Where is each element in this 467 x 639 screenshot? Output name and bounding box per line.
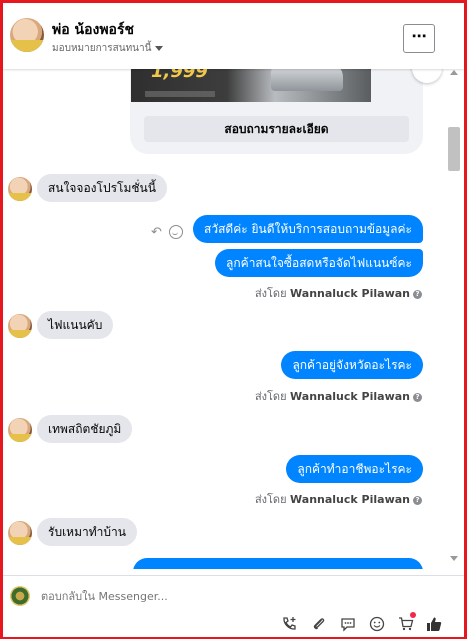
scroll-up-arrow-icon[interactable]	[450, 70, 458, 75]
composer	[3, 575, 464, 637]
attachment-icon[interactable]	[311, 616, 327, 632]
outgoing-message: ลูกค้าอยู่จังหวัดอะไรคะ	[281, 351, 423, 379]
assign-label: มอบหมายการสนทนานี้	[52, 43, 152, 54]
incoming-message: ไฟแนนคับ	[37, 311, 114, 339]
ad-card: 1,999 สอบถามรายละเอียด	[130, 69, 442, 154]
reply-input[interactable]	[41, 590, 421, 603]
agent-name: Wannaluck Pilawan	[290, 390, 410, 403]
info-icon[interactable]: ?	[413, 289, 422, 299]
sent-by-label: ส่งโดย Wannaluck Pilawan?	[255, 490, 422, 508]
saved-reply-icon[interactable]	[340, 616, 356, 632]
ad-image[interactable]: 1,999	[131, 69, 371, 102]
contact-name[interactable]: พ่อ น้องพอร์ช	[52, 19, 134, 41]
incoming-message: รับเหมาทำบ้าน	[37, 518, 137, 546]
scroll-down-arrow-icon[interactable]	[450, 556, 458, 561]
avatar	[8, 521, 32, 545]
sent-by-prefix: ส่งโดย	[254, 390, 287, 403]
emoji-icon[interactable]	[369, 616, 385, 632]
incoming-message: สนใจจองโปรโมชั่นนี้	[37, 174, 167, 202]
cart-icon[interactable]	[398, 616, 414, 632]
sent-by-label: ส่งโดย Wannaluck Pilawan?	[255, 284, 422, 302]
more-icon: ⋯	[411, 27, 427, 45]
scrollbar-thumb[interactable]	[448, 127, 460, 171]
sent-by-prefix: ส่งโดย	[254, 493, 287, 506]
page-avatar	[10, 586, 30, 606]
notification-dot	[410, 612, 416, 618]
car-image	[271, 69, 343, 91]
message-list: 1,999 สอบถามรายละเอียด สนใจจองโปรโมชั่นน…	[3, 69, 444, 569]
reply-icon[interactable]: ↶	[151, 226, 165, 240]
outgoing-message-partial	[133, 558, 423, 569]
agent-name: Wannaluck Pilawan	[290, 493, 410, 506]
avatar	[8, 177, 32, 201]
incoming-message: เทพสถิตชัยภูมิ	[37, 415, 133, 443]
add-call-icon[interactable]	[281, 616, 297, 632]
sent-by-label: ส่งโดย Wannaluck Pilawan?	[255, 387, 422, 405]
ask-details-button[interactable]: สอบถามรายละเอียด	[144, 116, 409, 142]
sent-by-prefix: ส่งโดย	[254, 287, 287, 300]
outgoing-message: สวัสดีค่ะ ยินดีให้บริการสอบถามข้อมูลค่ะ	[193, 215, 423, 243]
info-icon[interactable]: ?	[413, 392, 422, 402]
ad-price: 1,999	[151, 69, 208, 82]
assign-conversation-dropdown[interactable]: มอบหมายการสนทนานี้	[52, 41, 164, 56]
info-icon[interactable]: ?	[413, 495, 422, 505]
like-icon[interactable]	[426, 616, 442, 632]
conversation-header: พ่อ น้องพอร์ช มอบหมายการสนทนานี้ ⋯	[3, 3, 464, 69]
ad-fineprint	[145, 91, 215, 97]
caret-down-icon	[155, 45, 164, 51]
more-options-button[interactable]: ⋯	[403, 24, 435, 53]
avatar	[8, 418, 32, 442]
react-smile-icon[interactable]	[169, 225, 183, 239]
agent-name: Wannaluck Pilawan	[290, 287, 410, 300]
card-round-button[interactable]	[412, 69, 442, 83]
avatar	[8, 314, 32, 338]
outgoing-message: ลูกค้าทำอาชีพอะไรคะ	[286, 455, 423, 483]
avatar[interactable]	[10, 18, 44, 52]
outgoing-message: ลูกค้าสนใจซื้อสดหรือจัดไฟแนนซ์คะ	[215, 249, 423, 277]
